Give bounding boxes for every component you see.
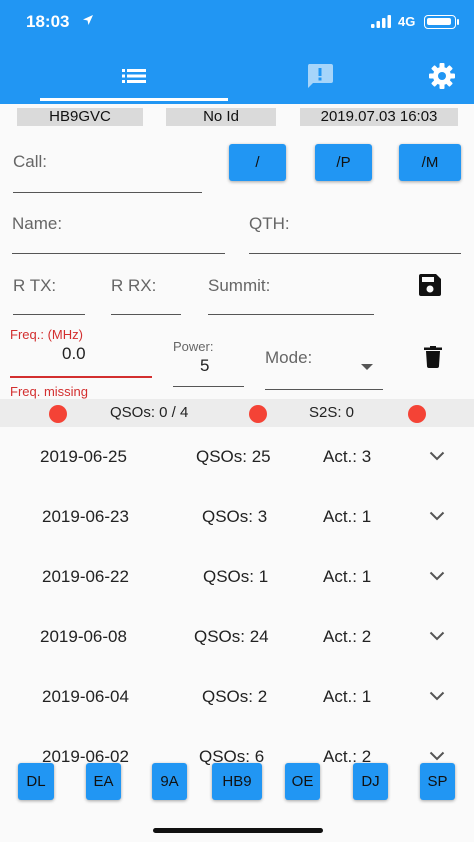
- status-dot-left: [49, 405, 67, 423]
- chevron-down-icon[interactable]: [429, 631, 445, 641]
- country-button-oe[interactable]: OE: [285, 763, 320, 800]
- app-bar: 18:03 4G: [0, 0, 474, 104]
- tab-indicator: [40, 98, 228, 101]
- log-row[interactable]: 2019-06-23 QSOs: 3 Act.: 1: [0, 507, 474, 567]
- power-input[interactable]: [173, 386, 244, 387]
- suffix-portable-button[interactable]: /P: [315, 144, 372, 181]
- tab-list[interactable]: [40, 56, 228, 96]
- rrx-input[interactable]: [111, 314, 181, 315]
- log-row[interactable]: 2019-06-04 QSOs: 2 Act.: 1: [0, 687, 474, 747]
- log-date: 2019-06-23: [42, 507, 129, 526]
- country-button-sp[interactable]: SP: [420, 763, 455, 800]
- home-indicator: [153, 828, 323, 833]
- log-qsos: QSOs: 25: [196, 447, 271, 466]
- rtx-label: R TX:: [13, 276, 57, 295]
- suffix-mobile-button[interactable]: /M: [399, 144, 461, 181]
- mode-select[interactable]: [265, 389, 383, 390]
- log-date: 2019-06-22: [42, 567, 129, 586]
- power-label: Power:: [173, 339, 214, 354]
- list-icon: [122, 69, 146, 83]
- log-date: 2019-06-04: [42, 687, 129, 706]
- s2s-counter: S2S: 0: [309, 404, 355, 421]
- summit-label: Summit:: [208, 276, 271, 295]
- rrx-label: R RX:: [111, 276, 157, 295]
- log-qsos: QSOs: 24: [194, 627, 269, 646]
- freq-value: 0.0: [62, 344, 86, 363]
- log-date: 2019-06-25: [40, 447, 127, 466]
- status-time: 18:03: [26, 12, 70, 31]
- info-id: No Id: [166, 108, 276, 126]
- chevron-down-icon[interactable]: [429, 451, 445, 461]
- info-callsign: HB9GVC: [17, 108, 143, 126]
- tab-settings[interactable]: [418, 56, 466, 96]
- log-row[interactable]: 2019-06-22 QSOs: 1 Act.: 1: [0, 567, 474, 627]
- power-value: 5: [200, 356, 210, 375]
- log-activations: Act.: 1: [323, 567, 372, 586]
- network-type: 4G: [398, 14, 416, 29]
- call-input[interactable]: [13, 192, 202, 193]
- freq-error: Freq. missing: [10, 384, 89, 399]
- chevron-down-icon[interactable]: [429, 571, 445, 581]
- status-dot-right: [408, 405, 426, 423]
- status-dot-middle: [249, 405, 267, 423]
- log-qsos: QSOs: 3: [202, 507, 268, 526]
- info-datetime: 2019.07.03 16:03: [300, 108, 458, 126]
- freq-label: Freq.: (MHz): [10, 327, 83, 342]
- suffix-slash-button[interactable]: /: [229, 144, 286, 181]
- freq-input[interactable]: [10, 376, 152, 378]
- log-qsos: QSOs: 2: [202, 687, 268, 706]
- rtx-input[interactable]: [13, 314, 85, 315]
- chevron-down-icon[interactable]: [429, 691, 445, 701]
- tab-messages[interactable]: [278, 56, 362, 96]
- chevron-down-icon[interactable]: [429, 751, 445, 761]
- name-input[interactable]: [12, 253, 225, 254]
- mode-dropdown-caret-icon[interactable]: [361, 364, 373, 370]
- log-date: 2019-06-08: [40, 627, 127, 646]
- country-button-dj[interactable]: DJ: [353, 763, 388, 800]
- country-button-hb9[interactable]: HB9: [212, 763, 262, 800]
- qth-input[interactable]: [249, 253, 461, 254]
- country-button-dl[interactable]: DL: [18, 763, 54, 800]
- battery-tip: [457, 19, 459, 25]
- save-icon[interactable]: [419, 274, 441, 296]
- feedback-icon: [307, 64, 333, 88]
- delete-icon[interactable]: [424, 346, 442, 368]
- qth-label: QTH:: [249, 214, 290, 233]
- qsos-counter: QSOs: 0 / 4: [110, 404, 189, 421]
- cellular-signal-icon: [371, 15, 391, 28]
- log-activations: Act.: 3: [323, 447, 372, 466]
- log-row[interactable]: 2019-06-25 QSOs: 25 Act.: 3: [0, 447, 474, 507]
- log-activations: Act.: 1: [323, 687, 372, 706]
- status-strip: [0, 399, 474, 427]
- log-activations: Act.: 1: [323, 507, 372, 526]
- log-qsos: QSOs: 1: [203, 567, 269, 586]
- name-label: Name:: [12, 214, 63, 233]
- call-label: Call:: [13, 152, 48, 171]
- log-activations: Act.: 2: [323, 627, 372, 646]
- battery-icon: [424, 15, 456, 29]
- mode-label: Mode:: [265, 348, 313, 367]
- location-arrow-icon: [83, 15, 93, 25]
- gear-icon: [429, 63, 455, 89]
- country-button-ea[interactable]: EA: [86, 763, 121, 800]
- country-button-9a[interactable]: 9A: [152, 763, 187, 800]
- log-row[interactable]: 2019-06-08 QSOs: 24 Act.: 2: [0, 627, 474, 687]
- chevron-down-icon[interactable]: [429, 511, 445, 521]
- summit-input[interactable]: [208, 314, 374, 315]
